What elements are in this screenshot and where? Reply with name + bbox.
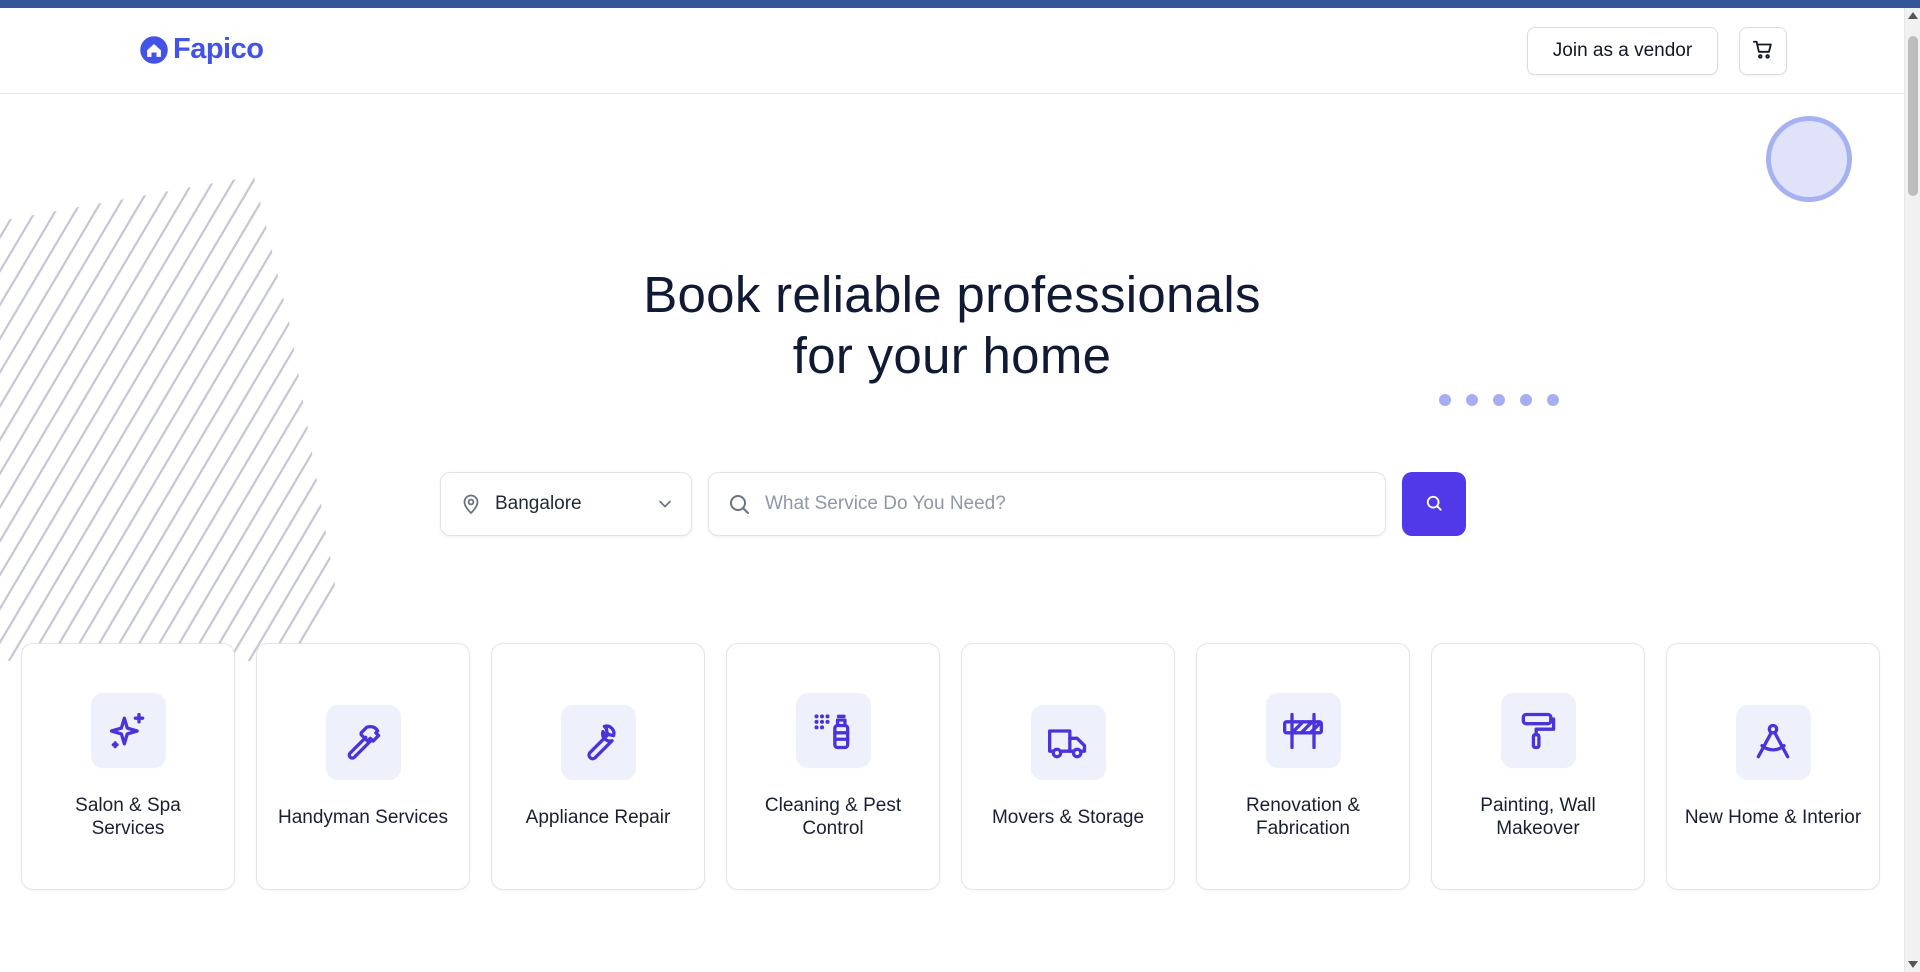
decorative-dot <box>1439 394 1451 406</box>
decorative-dot <box>1493 394 1505 406</box>
scroll-thumb[interactable] <box>1908 36 1918 196</box>
browser-top-strip <box>0 0 1920 8</box>
service-search-input[interactable] <box>765 493 1367 515</box>
brand-name: Fapico <box>173 33 264 65</box>
decorative-dots <box>1439 394 1559 406</box>
hero-title: Book reliable professionals for your hom… <box>560 264 1344 386</box>
category-card-cleaning[interactable]: Cleaning & Pest Control <box>726 643 940 890</box>
search-submit-button[interactable] <box>1402 472 1466 536</box>
spray-bottle-icon <box>795 693 871 768</box>
shopping-cart-icon <box>1752 39 1774 64</box>
logo[interactable]: Fapico <box>139 33 264 66</box>
category-label: New Home & Interior <box>1684 806 1862 828</box>
category-card-salon-spa[interactable]: Salon & Spa Services <box>21 643 235 890</box>
compass-icon <box>1735 704 1811 780</box>
truck-icon <box>1030 704 1106 780</box>
chevron-down-icon <box>655 494 675 514</box>
hero-title-line2: for your home <box>792 327 1112 384</box>
decorative-dot <box>1520 394 1532 406</box>
paint-roller-icon <box>1500 693 1576 768</box>
category-label: Movers & Storage <box>991 806 1145 828</box>
category-card-renovation[interactable]: Renovation & Fabrication <box>1196 643 1410 890</box>
category-label: Handyman Services <box>277 806 449 828</box>
decorative-circle <box>1766 116 1852 202</box>
category-label: Painting, Wall Makeover <box>1480 795 1596 839</box>
search-icon <box>1424 493 1444 516</box>
city-selector[interactable]: Bangalore <box>440 472 692 536</box>
city-value: Bangalore <box>495 493 582 514</box>
decorative-dot <box>1466 394 1478 406</box>
map-pin-icon <box>459 492 483 516</box>
service-search <box>708 472 1386 536</box>
join-vendor-button[interactable]: Join as a vendor <box>1527 27 1718 75</box>
sparkles-icon <box>90 693 166 768</box>
category-card-appliance-repair[interactable]: Appliance Repair <box>491 643 705 890</box>
category-label: Appliance Repair <box>525 806 671 828</box>
category-label: Cleaning & Pest Control <box>764 795 902 839</box>
wrench-icon <box>560 704 636 780</box>
hero-title-line1: Book reliable professionals <box>643 266 1261 323</box>
hammer-icon <box>325 704 401 780</box>
cart-button[interactable] <box>1739 27 1787 75</box>
category-card-movers[interactable]: Movers & Storage <box>961 643 1175 890</box>
decorative-dot <box>1547 394 1559 406</box>
category-list: Salon & Spa Services Handyman Services A… <box>21 643 1880 890</box>
home-logo-icon <box>139 35 169 65</box>
category-card-painting[interactable]: Painting, Wall Makeover <box>1431 643 1645 890</box>
search-icon <box>727 492 751 516</box>
decorative-stripes <box>0 176 337 661</box>
category-label: Renovation & Fabrication <box>1245 795 1361 839</box>
barrier-icon <box>1265 693 1341 768</box>
page-scrollbar[interactable] <box>1904 8 1920 972</box>
scroll-up-arrow[interactable] <box>1908 12 1918 19</box>
scroll-down-arrow[interactable] <box>1908 961 1918 968</box>
site-header: Fapico Join as a vendor <box>0 8 1904 94</box>
category-card-handyman[interactable]: Handyman Services <box>256 643 470 890</box>
category-label: Salon & Spa Services <box>75 795 181 839</box>
category-card-new-home[interactable]: New Home & Interior <box>1666 643 1880 890</box>
